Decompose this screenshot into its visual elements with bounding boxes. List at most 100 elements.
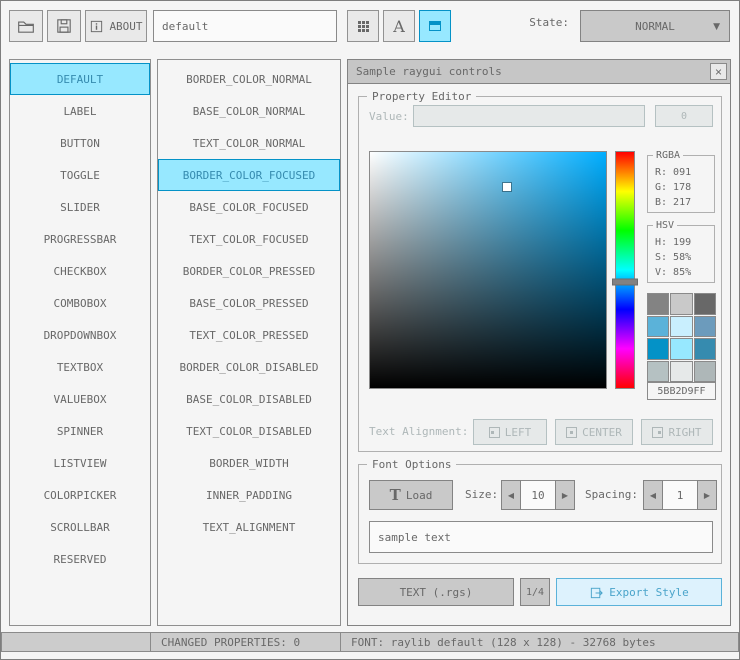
hex-value-box[interactable]: 5BB2D9FF — [647, 382, 716, 400]
about-button[interactable]: ABOUT — [85, 10, 147, 42]
load-font-button[interactable]: T Load — [369, 480, 453, 510]
controls-list-item[interactable]: COLORPICKER — [10, 479, 150, 511]
palette-swatch[interactable] — [693, 360, 716, 382]
style-table-button[interactable] — [419, 10, 451, 42]
spacing-value: 1 — [676, 488, 684, 502]
state-label: State: — [529, 16, 569, 29]
palette-swatch[interactable] — [693, 315, 716, 337]
arrow-right-icon: ▶ — [703, 490, 711, 500]
align-left-button[interactable]: LEFT — [473, 419, 547, 445]
properties-list-item[interactable]: BORDER_WIDTH — [158, 447, 340, 479]
state-dropdown[interactable]: NORMAL ▼ — [580, 10, 730, 42]
palette-swatch[interactable] — [647, 338, 670, 360]
font-settings-button[interactable]: A — [383, 10, 415, 42]
hue-slider-handle[interactable] — [612, 278, 638, 286]
chevron-down-icon: ▼ — [713, 22, 720, 32]
palette-swatch[interactable] — [670, 315, 693, 337]
window-title: Sample raygui controls — [356, 65, 502, 78]
style-name-input[interactable] — [153, 10, 337, 42]
palette-swatch[interactable] — [670, 293, 693, 315]
properties-list-item[interactable]: INNER_PADDING — [158, 479, 340, 511]
font-info-text: FONT: raylib default (128 x 128) - 32768… — [351, 635, 656, 649]
controls-list-item[interactable]: TEXTBOX — [10, 351, 150, 383]
value-input[interactable] — [413, 105, 645, 127]
palette-swatch[interactable] — [647, 315, 670, 337]
export-page-button[interactable]: 1/4 — [520, 578, 550, 606]
properties-list-item[interactable]: TEXT_COLOR_NORMAL — [158, 127, 340, 159]
hsv-v-value: V: 85% — [655, 267, 692, 278]
palette-swatch[interactable] — [647, 293, 670, 315]
controls-list-item[interactable]: COMBOBOX — [10, 287, 150, 319]
controls-list-item[interactable]: DEFAULT — [10, 63, 150, 95]
controls-list-item[interactable]: PROGRESSBAR — [10, 223, 150, 255]
open-style-button[interactable] — [9, 10, 43, 42]
text-icon: T — [389, 486, 401, 504]
hex-value: 5BB2D9FF — [657, 385, 706, 397]
controls-list-item[interactable]: TOGGLE — [10, 159, 150, 191]
value-zero-button[interactable]: 0 — [655, 105, 713, 127]
align-right-button[interactable]: RIGHT — [641, 419, 713, 445]
font-icon: A — [393, 16, 405, 36]
controls-list-item[interactable]: CHECKBOX — [10, 255, 150, 287]
properties-list-item[interactable]: BASE_COLOR_NORMAL — [158, 95, 340, 127]
palette-swatch[interactable] — [693, 293, 716, 315]
size-value: 10 — [531, 488, 545, 502]
properties-list-item[interactable]: BASE_COLOR_FOCUSED — [158, 191, 340, 223]
controls-list-item[interactable]: SCROLLBAR — [10, 511, 150, 543]
sample-controls-window: Sample raygui controls × Property Editor… — [347, 59, 731, 626]
align-center-button[interactable]: CENTER — [555, 419, 633, 445]
rgba-b-value: B: 217 — [655, 197, 692, 208]
spacing-label: Spacing: — [585, 488, 638, 501]
hue-bar[interactable] — [612, 151, 638, 389]
controls-list-item[interactable]: RESERVED — [10, 543, 150, 575]
controls-list-item[interactable]: DROPDOWNBOX — [10, 319, 150, 351]
spacing-decrease-button[interactable]: ◀ — [643, 480, 663, 510]
size-increase-button[interactable]: ▶ — [555, 480, 575, 510]
align-right-icon — [652, 426, 664, 438]
changed-properties-text: CHANGED PROPERTIES: 0 — [161, 635, 301, 649]
properties-list-item[interactable]: BORDER_COLOR_FOCUSED — [158, 159, 340, 191]
palette-swatch[interactable] — [670, 338, 693, 360]
properties-list-item[interactable]: TEXT_COLOR_DISABLED — [158, 415, 340, 447]
rgba-label: RGBA — [653, 150, 684, 161]
properties-list-item[interactable]: BORDER_COLOR_PRESSED — [158, 255, 340, 287]
arrow-left-icon: ◀ — [649, 490, 657, 500]
save-style-button[interactable] — [47, 10, 81, 42]
controls-list-item[interactable]: LISTVIEW — [10, 447, 150, 479]
palette-swatch[interactable] — [647, 360, 670, 382]
controls-list-item[interactable]: SLIDER — [10, 191, 150, 223]
sample-text-box[interactable]: sample text — [369, 521, 713, 553]
rguistyler-app-window: ABOUT A — [0, 0, 740, 660]
properties-list-item[interactable]: TEXT_COLOR_PRESSED — [158, 319, 340, 351]
grid-view-button[interactable] — [347, 10, 379, 42]
palette-swatch[interactable] — [693, 338, 716, 360]
properties-list-item[interactable]: BASE_COLOR_DISABLED — [158, 383, 340, 415]
controls-list-item[interactable]: LABEL — [10, 95, 150, 127]
color-cursor[interactable] — [502, 183, 511, 192]
spacing-increase-button[interactable]: ▶ — [697, 480, 717, 510]
properties-list-item[interactable]: BASE_COLOR_PRESSED — [158, 287, 340, 319]
export-format-button[interactable]: TEXT (.rgs) — [358, 578, 514, 606]
close-button[interactable]: × — [710, 63, 727, 80]
statusbar-font-segment: FONT: raylib default (128 x 128) - 32768… — [340, 632, 739, 652]
saturation-value-panel[interactable] — [369, 151, 607, 389]
style-table-icon — [427, 18, 443, 34]
controls-list-item[interactable]: SPINNER — [10, 415, 150, 447]
rgba-r-value: R: 091 — [655, 167, 692, 178]
size-value-box[interactable]: 10 — [521, 480, 555, 510]
properties-list-item[interactable]: BORDER_COLOR_DISABLED — [158, 351, 340, 383]
export-style-button[interactable]: Export Style — [556, 578, 722, 606]
controls-list: DEFAULT LABEL BUTTON TOGGLE SLIDER PROGRESSBA… — [9, 59, 151, 626]
hsv-group: HSV H: 199 S: 58% V: 85% — [647, 220, 715, 283]
window-titlebar[interactable]: Sample raygui controls × — [348, 60, 730, 84]
controls-list-item[interactable]: VALUEBOX — [10, 383, 150, 415]
palette-swatch[interactable] — [670, 360, 693, 382]
properties-list-item[interactable]: BORDER_COLOR_NORMAL — [158, 63, 340, 95]
size-decrease-button[interactable]: ◀ — [501, 480, 521, 510]
properties-list-item[interactable]: TEXT_ALIGNMENT — [158, 511, 340, 543]
properties-list-item[interactable]: TEXT_COLOR_FOCUSED — [158, 223, 340, 255]
statusbar: CHANGED PROPERTIES: 0 FONT: raylib defau… — [1, 632, 739, 652]
spacing-value-box[interactable]: 1 — [663, 480, 697, 510]
align-center-label: CENTER — [582, 425, 622, 439]
controls-list-item[interactable]: BUTTON — [10, 127, 150, 159]
